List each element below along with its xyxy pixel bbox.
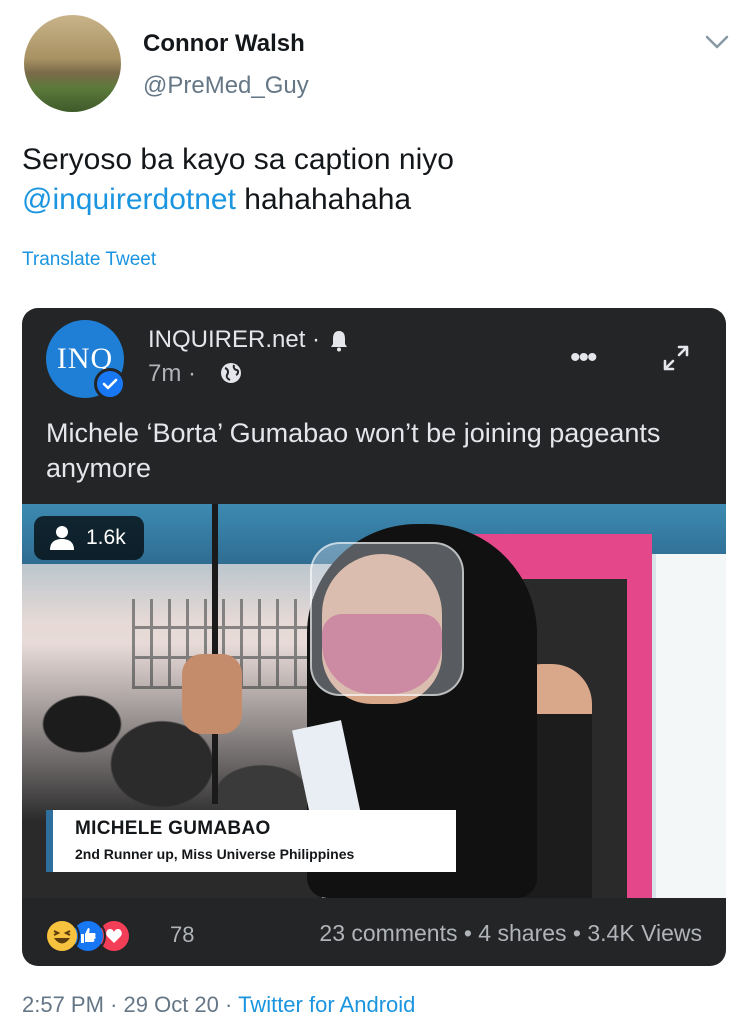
mention-link[interactable]: @inquirerdotnet <box>22 183 236 216</box>
post-age: 7m · <box>148 360 196 388</box>
scene-signboard <box>652 554 726 898</box>
translate-tweet-link[interactable]: Translate Tweet <box>22 249 156 271</box>
post-age-text: 7m <box>148 360 182 387</box>
display-name[interactable]: Connor Walsh <box>143 30 305 58</box>
embedded-image[interactable]: INQ INQUIRER.net · 7m · ••• Michele ‘Bor… <box>22 308 726 966</box>
reaction-count: 78 <box>170 922 195 947</box>
bell-icon <box>331 331 347 352</box>
meta-separator: · <box>110 992 118 1017</box>
views-badge: 1.6k <box>34 516 144 560</box>
page-name-text: INQUIRER.net <box>148 326 306 353</box>
user-handle[interactable]: @PreMed_Guy <box>143 72 309 100</box>
tweet-date[interactable]: 29 Oct 20 <box>124 992 219 1017</box>
haha-reaction-icon <box>44 918 80 954</box>
expand-icon[interactable] <box>660 342 692 374</box>
meta-separator-2: · <box>225 992 233 1017</box>
reactions-summary[interactable]: 78 <box>44 918 224 954</box>
page-name-sep: · <box>312 326 321 353</box>
views-count: 1.6k <box>86 526 126 549</box>
scene-hand <box>182 654 242 734</box>
chevron-down-icon[interactable] <box>704 34 730 50</box>
tweet-text-tail: hahahahaha <box>235 183 412 216</box>
verified-badge-icon <box>94 368 126 400</box>
tweet-text: Seryoso ba kayo sa caption niyo @inquire… <box>22 140 722 220</box>
engagement-stats[interactable]: 23 comments • 4 shares • 3.4K Views <box>319 920 702 947</box>
scene-face-shield <box>310 542 464 696</box>
tweet-time[interactable]: 2:57 PM <box>22 992 104 1017</box>
lower-third-caption: MICHELE GUMABAO 2nd Runner up, Miss Univ… <box>46 810 456 872</box>
page-name: INQUIRER.net · <box>148 326 320 354</box>
tweet-text-main: Seryoso ba kayo sa caption niyo <box>22 143 454 176</box>
more-options-button[interactable]: ••• <box>570 343 597 373</box>
tweet-meta: 2:57 PM · 29 Oct 20 · Twitter for Androi… <box>22 992 415 1018</box>
caption-title: 2nd Runner up, Miss Universe Philippines <box>75 846 355 862</box>
avatar[interactable] <box>24 15 121 112</box>
post-age-sep: · <box>188 360 197 387</box>
globe-icon <box>221 363 241 383</box>
caption-name: MICHELE GUMABAO <box>75 818 271 839</box>
post-headline: Michele ‘Borta’ Gumabao won’t be joining… <box>46 418 661 483</box>
person-icon <box>50 526 74 550</box>
tweet-source-link[interactable]: Twitter for Android <box>238 992 415 1017</box>
video-frame[interactable]: 1.6k MICHELE GUMABAO 2nd Runner up, Miss… <box>22 504 726 898</box>
